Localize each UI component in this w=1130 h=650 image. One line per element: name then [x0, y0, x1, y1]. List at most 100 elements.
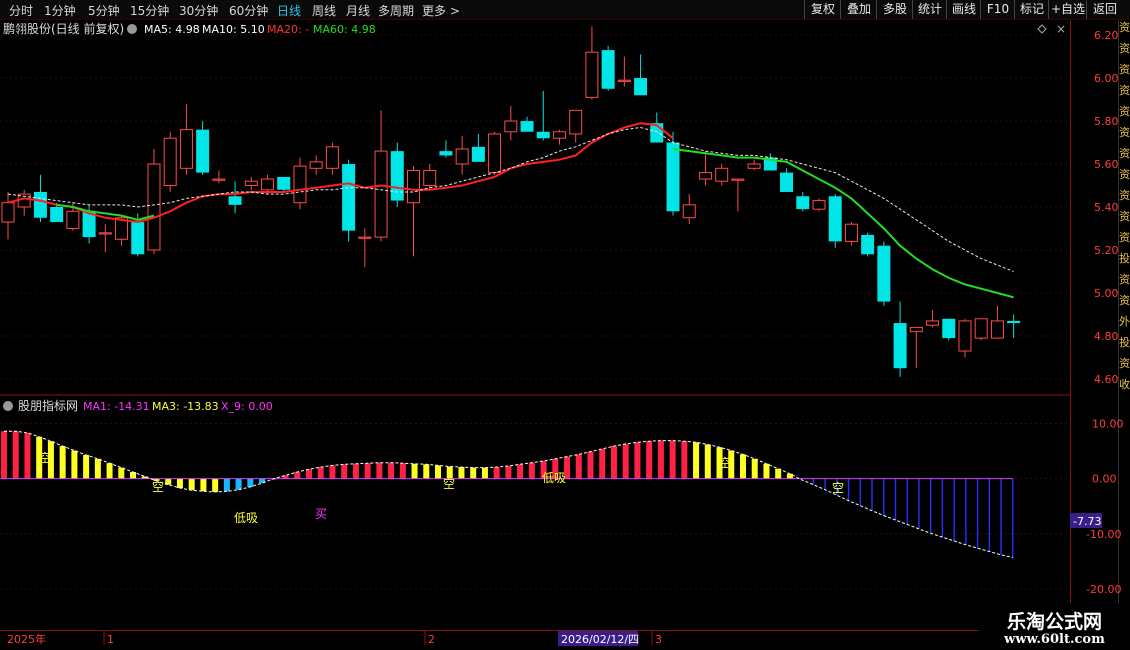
candle-body — [488, 133, 502, 174]
candle-body — [536, 131, 550, 139]
indicator-title: 股朋指标网 — [18, 398, 78, 413]
cursor-date: 2026/02/12/四 — [561, 633, 639, 646]
price-tick: 6.00 — [1094, 72, 1119, 85]
diamond-icon[interactable] — [1037, 24, 1047, 34]
indicator-bar — [739, 454, 746, 479]
indicator-bar — [528, 462, 535, 479]
side-strip-char: 资 — [1119, 21, 1130, 34]
indicator-bar — [918, 478, 920, 529]
indicator-bar — [751, 458, 758, 479]
indicator-bar — [176, 478, 183, 489]
side-strip-char: 资 — [1119, 84, 1130, 97]
watermark-badge: 乐淘公式网 www.60lt.com — [979, 603, 1130, 650]
price-tick: 5.20 — [1094, 244, 1119, 257]
collapse-icon[interactable] — [127, 24, 137, 34]
indicator-value-text: -7.73 — [1073, 515, 1101, 528]
indicator-bar — [681, 441, 688, 479]
candle-body — [244, 180, 258, 187]
candle-body — [666, 142, 680, 212]
indicator-tick: 0.00 — [1092, 473, 1117, 486]
side-strip-char: 资 — [1119, 189, 1130, 202]
indicator-bar — [71, 450, 78, 479]
indicator-bar — [423, 464, 430, 479]
indicator-bar — [305, 469, 312, 479]
indicator-bar — [587, 451, 594, 479]
ma20-label: MA20: - — [267, 23, 309, 36]
indicator-bar — [352, 463, 359, 479]
indicator-tick: 10.00 — [1092, 418, 1124, 431]
candle-body — [50, 207, 64, 223]
signal-label: 空 — [152, 480, 164, 494]
indicator-bar — [1012, 478, 1014, 558]
candle-body — [877, 245, 891, 302]
price-tick: 4.80 — [1094, 330, 1119, 343]
candle-body — [358, 236, 372, 239]
indicator-bar — [763, 463, 770, 479]
indicator-bar — [517, 464, 524, 479]
candle-body — [98, 232, 112, 235]
indicator-bar — [669, 440, 676, 479]
indicator-bar — [812, 478, 815, 485]
indicator-bar — [294, 472, 301, 479]
candle-body — [374, 150, 388, 238]
candle-body — [520, 121, 534, 132]
indicator-bar — [1, 431, 7, 479]
indicator-bar — [634, 442, 641, 479]
indicator-gridlines — [0, 423, 1070, 590]
price-tick: 5.80 — [1094, 115, 1119, 128]
indicator-bar — [59, 446, 66, 479]
candle-body — [1007, 320, 1021, 324]
watermark-title: 乐淘公式网 — [1006, 611, 1102, 633]
indicator-bar — [364, 463, 371, 479]
candle-body — [293, 165, 307, 204]
candle-body — [942, 318, 956, 339]
candle-body — [212, 178, 226, 181]
indicator-bar — [12, 431, 19, 479]
candle-body — [715, 167, 729, 182]
side-strip-char: 资 — [1119, 147, 1130, 160]
side-strip-char: 资 — [1119, 357, 1130, 370]
candle-body — [455, 148, 469, 165]
indicator-bar — [200, 478, 207, 492]
ma5-label: MA5: 4.98 — [144, 23, 200, 36]
candle-body — [131, 222, 145, 255]
indicator-line — [4, 430, 1013, 558]
candle-body — [974, 318, 988, 339]
price-gridlines — [0, 34, 1070, 380]
indicator-bar — [376, 462, 383, 479]
side-strip-char: 投 — [1119, 336, 1130, 349]
candle-body — [261, 178, 275, 191]
indicator-bar — [929, 478, 932, 534]
indicator-bar — [94, 458, 101, 479]
indicator-bar — [223, 478, 230, 492]
candle-body — [1, 202, 15, 223]
candle-body — [504, 120, 518, 133]
close-icon[interactable]: × — [1056, 22, 1066, 36]
candle-body — [601, 50, 615, 89]
indicator-bar — [883, 478, 885, 516]
indicator-bar — [575, 454, 582, 479]
candle-body — [439, 151, 453, 156]
candle-body — [163, 137, 177, 187]
candle-body — [698, 172, 712, 180]
side-strip-char: 资 — [1119, 231, 1130, 244]
ma10-label: MA10: 5.10 — [202, 23, 265, 36]
candle-body — [747, 163, 761, 169]
indicator-bar — [894, 478, 897, 521]
indicator-bar — [341, 464, 348, 479]
indicator-bar — [786, 473, 793, 479]
indicator-bar — [599, 448, 606, 479]
candle-body — [228, 196, 242, 205]
side-strip-char: 资 — [1119, 294, 1130, 307]
indicator-collapse-icon[interactable] — [3, 401, 13, 411]
indicator-bar — [411, 463, 418, 479]
indicator-bar — [976, 478, 979, 549]
watermark-url: www.60lt.com — [1004, 632, 1105, 647]
month-label: 2 — [428, 633, 435, 646]
indicator-bar — [458, 467, 465, 479]
indicator-bar — [118, 467, 125, 479]
candle-body — [893, 323, 907, 369]
indicator-bar — [212, 478, 219, 492]
indicator-bar — [106, 463, 113, 479]
candle-body — [390, 151, 404, 201]
